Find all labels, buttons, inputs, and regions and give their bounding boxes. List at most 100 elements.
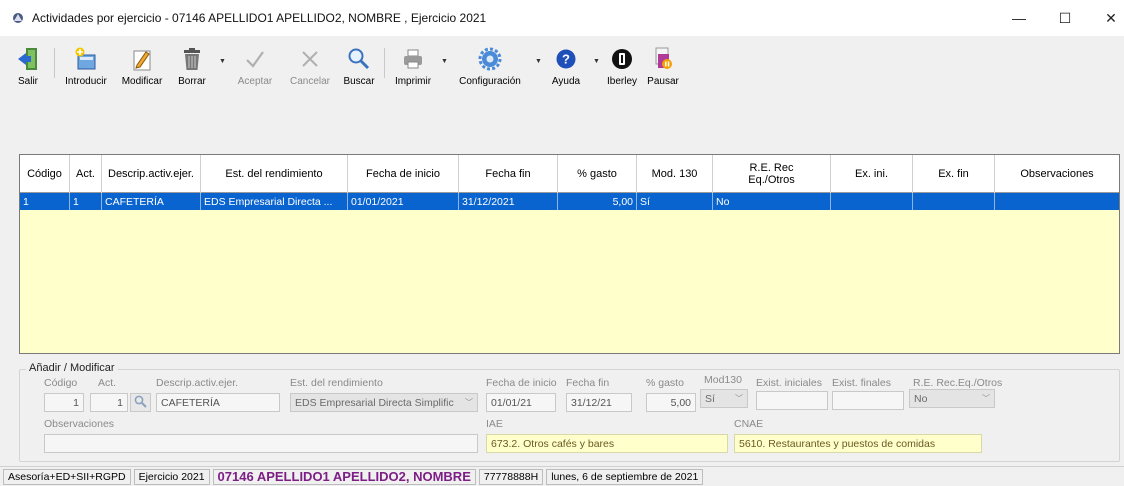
column-header-ex-fin[interactable]: Ex. fin (913, 155, 995, 193)
introducir-button[interactable]: Introducir (60, 44, 112, 102)
column-header-fecha-fin[interactable]: Fecha fin (459, 155, 558, 193)
cancelar-button[interactable]: Cancelar (284, 44, 336, 102)
cell-gasto: 5,00 (558, 193, 637, 210)
column-header-ex-ini[interactable]: Ex. ini. (831, 155, 913, 193)
est-rendimiento-value: EDS Empresarial Directa Simplific (295, 396, 454, 409)
maximize-button[interactable]: ☐ (1042, 0, 1088, 36)
est-rendimiento-select[interactable]: EDS Empresarial Directa Simplific ﹀ (290, 393, 478, 412)
pausar-button[interactable]: Pausar (643, 44, 683, 102)
ayuda-button[interactable]: ? Ayuda (546, 44, 586, 102)
app-icon (10, 10, 26, 26)
chevron-down-icon: ﹀ (735, 394, 743, 403)
cell-mod130: Sí (637, 193, 713, 210)
exist-iniciales-label: Exist. iniciales (756, 377, 822, 389)
fecha-fin-field[interactable]: 31/12/21 (566, 393, 632, 412)
exit-icon (16, 44, 40, 74)
exist-finales-field[interactable] (832, 391, 904, 410)
buscar-label: Buscar (343, 76, 375, 87)
activities-grid[interactable]: Código Act. Descrip.activ.ejer. Est. del… (19, 154, 1120, 354)
modificar-button[interactable]: Modificar (116, 44, 168, 102)
column-header-re-rec[interactable]: R.E. Rec Eq./Otros (713, 155, 831, 193)
gasto-field[interactable]: 5,00 (646, 393, 696, 412)
act-search-button[interactable] (130, 393, 151, 412)
buscar-button[interactable]: Buscar (338, 44, 380, 102)
configuracion-button[interactable]: Configuración (453, 44, 527, 102)
iberley-label: Iberley (606, 76, 637, 87)
title-bar: Actividades por ejercicio - 07146 APELLI… (0, 0, 1124, 36)
imprimir-button[interactable]: Imprimir (390, 44, 436, 102)
chevron-down-icon: ﹀ (982, 394, 990, 403)
act-label: Act. (98, 377, 117, 389)
help-icon: ? (555, 44, 577, 74)
aceptar-button[interactable]: Aceptar (230, 44, 280, 102)
status-bar: Asesoría+ED+SII+RGPD Ejercicio 2021 0714… (0, 466, 1124, 486)
modificar-label: Modificar (121, 76, 163, 87)
status-date: lunes, 6 de septiembre de 2021 (546, 468, 704, 485)
exist-iniciales-field[interactable] (756, 391, 828, 410)
column-header-fecha-inicio[interactable]: Fecha de inicio (348, 155, 459, 193)
gear-icon (478, 44, 502, 74)
cancel-icon (299, 44, 321, 74)
iae-label: IAE (486, 418, 503, 430)
est-rendimiento-label: Est. del rendimiento (290, 377, 383, 389)
column-header-est-rendimiento[interactable]: Est. del rendimiento (201, 155, 348, 193)
mod130-select[interactable]: Sí ﹀ (700, 389, 748, 408)
borrar-dropdown-arrow[interactable]: ▼ (219, 58, 226, 65)
minimize-button[interactable]: — (996, 0, 1042, 36)
re-rec-label: R.E. Rec.Eq./Otros (913, 377, 1003, 389)
column-header-codigo[interactable]: Código (20, 155, 70, 193)
cnae-field[interactable]: 5610. Restaurantes y puestos de comidas (734, 434, 982, 453)
fecha-inicio-label: Fecha de inicio (486, 377, 557, 389)
cell-observaciones (995, 193, 1119, 210)
imprimir-dropdown-arrow[interactable]: ▼ (441, 58, 448, 65)
pausar-label: Pausar (647, 76, 679, 87)
toolbar-separator (384, 48, 385, 78)
introducir-label: Introducir (65, 76, 107, 87)
printer-icon (401, 44, 425, 74)
column-header-descrip[interactable]: Descrip.activ.ejer. (102, 155, 201, 193)
cell-fecha-fin: 31/12/2021 (459, 193, 558, 210)
toolbar: Salir Introducir Modificar Borrar ▼ Acep… (0, 36, 1124, 140)
cnae-label: CNAE (734, 418, 764, 430)
trash-icon (181, 44, 203, 74)
salir-button[interactable]: Salir (10, 44, 46, 102)
descrip-field[interactable]: CAFETERÍA (156, 393, 280, 412)
configuracion-dropdown-arrow[interactable]: ▼ (535, 58, 542, 65)
check-icon (244, 44, 266, 74)
close-button[interactable]: ✕ (1088, 0, 1124, 36)
codigo-field[interactable]: 1 (44, 393, 84, 412)
salir-label: Salir (17, 76, 38, 87)
search-icon (347, 44, 371, 74)
column-header-mod130[interactable]: Mod. 130 (637, 155, 713, 193)
cell-re-rec: No (713, 193, 831, 210)
iae-field[interactable]: 673.2. Otros cafés y bares (486, 434, 728, 453)
iberley-button[interactable]: Iberley (604, 44, 640, 102)
iberley-icon (611, 44, 633, 74)
grid-header: Código Act. Descrip.activ.ejer. Est. del… (20, 155, 1119, 193)
add-record-icon (73, 44, 99, 74)
cell-codigo: 1 (20, 193, 70, 210)
borrar-button[interactable]: Borrar (172, 44, 212, 102)
re-rec-value: No (914, 392, 928, 405)
cell-act: 1 (70, 193, 102, 210)
cell-ex-fin (913, 193, 995, 210)
table-row[interactable]: 1 1 CAFETERÍA EDS Empresarial Directa ..… (20, 193, 1119, 210)
ayuda-dropdown-arrow[interactable]: ▼ (593, 58, 600, 65)
observaciones-field[interactable] (44, 434, 478, 453)
re-rec-select[interactable]: No ﹀ (909, 389, 995, 408)
window-title: Actividades por ejercicio - 07146 APELLI… (32, 11, 487, 25)
observaciones-label: Observaciones (44, 418, 115, 430)
column-header-gasto[interactable]: % gasto (558, 155, 637, 193)
mod130-label: Mod130 (704, 374, 742, 386)
status-client: 07146 APELLIDO1 APELLIDO2, NOMBRE (212, 468, 476, 485)
status-ejercicio: Ejercicio 2021 (133, 468, 210, 485)
aceptar-label: Aceptar (237, 76, 273, 87)
fecha-inicio-field[interactable]: 01/01/21 (486, 393, 556, 412)
act-field[interactable]: 1 (90, 393, 128, 412)
status-nif: 77778888H (478, 468, 544, 485)
descrip-label: Descrip.activ.ejer. (156, 377, 239, 389)
column-header-observaciones[interactable]: Observaciones (995, 155, 1119, 193)
configuracion-label: Configuración (459, 76, 521, 87)
cancelar-label: Cancelar (289, 76, 331, 87)
column-header-act[interactable]: Act. (70, 155, 102, 193)
